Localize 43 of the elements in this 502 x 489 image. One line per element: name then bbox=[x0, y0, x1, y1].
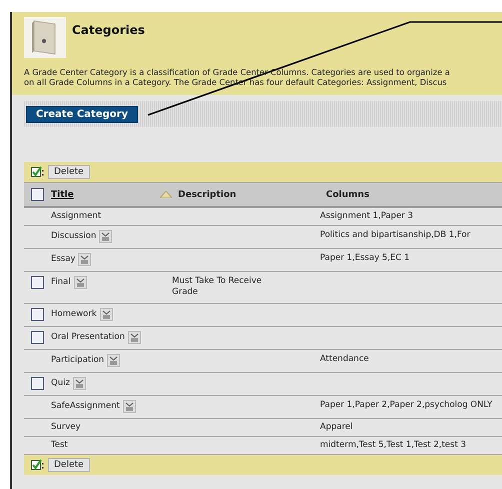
table-cell: Participation bbox=[51, 355, 104, 366]
delete-button[interactable]: Delete bbox=[48, 165, 90, 179]
checkbox-icon bbox=[31, 459, 44, 471]
table-cell: midterm,Test 5,Test 1,Test 2,test 3 bbox=[320, 440, 466, 451]
table-cell: SafeAssignment bbox=[51, 401, 120, 412]
menu-icon[interactable] bbox=[74, 276, 87, 289]
table-cell: Oral Presentation bbox=[51, 332, 125, 343]
menu-icon[interactable] bbox=[107, 354, 120, 367]
menu-icon[interactable] bbox=[100, 308, 113, 321]
create-category-button[interactable]: Create Category bbox=[26, 106, 138, 123]
table-cell: Paper 1,Paper 2,Paper 2,psycholog ONLY bbox=[320, 400, 492, 411]
checkbox-icon bbox=[31, 166, 44, 178]
table-cell: Quiz bbox=[51, 378, 70, 389]
row-checkbox[interactable] bbox=[31, 331, 44, 344]
menu-icon[interactable] bbox=[99, 230, 112, 243]
menu-icon[interactable] bbox=[72, 377, 86, 390]
table-cell-text: Must Take To Receive Grade bbox=[172, 276, 263, 298]
table-cell: Assignment bbox=[51, 211, 102, 222]
table-cell: Assignment 1,Paper 3 bbox=[320, 211, 414, 222]
column-header: Description bbox=[178, 190, 236, 200]
menu-icon[interactable] bbox=[128, 331, 141, 344]
table-cell: Essay bbox=[51, 254, 76, 265]
page-title: Categories bbox=[72, 23, 145, 37]
table-cell: Homework bbox=[51, 309, 97, 320]
row-checkbox[interactable] bbox=[31, 276, 44, 289]
table-cell: Attendance bbox=[320, 354, 369, 365]
row-checkbox[interactable] bbox=[31, 308, 44, 321]
menu-icon[interactable] bbox=[122, 400, 136, 413]
delete-button[interactable]: Delete bbox=[48, 458, 90, 472]
table-cell: Discussion bbox=[51, 231, 96, 242]
menu-icon[interactable] bbox=[78, 253, 92, 266]
table-cell: Test bbox=[51, 440, 68, 451]
table-cell: Politics and bipartisanship,DB 1,For bbox=[320, 230, 470, 241]
description-text: A Grade Center Category is a classification of Grade Center Columns. Categories are used to organize a bbox=[24, 67, 450, 77]
table-cell: Paper 1,Essay 5,EC 1 bbox=[320, 253, 410, 264]
table-cell: Survey bbox=[51, 422, 81, 433]
book-icon bbox=[24, 17, 66, 58]
column-header[interactable]: Title bbox=[51, 190, 74, 200]
table-cell: Apparel bbox=[320, 422, 353, 433]
table-cell: Final bbox=[51, 277, 71, 288]
select-all-checkbox[interactable] bbox=[31, 188, 44, 201]
row-checkbox[interactable] bbox=[31, 377, 44, 390]
column-header: Columns bbox=[326, 190, 370, 200]
